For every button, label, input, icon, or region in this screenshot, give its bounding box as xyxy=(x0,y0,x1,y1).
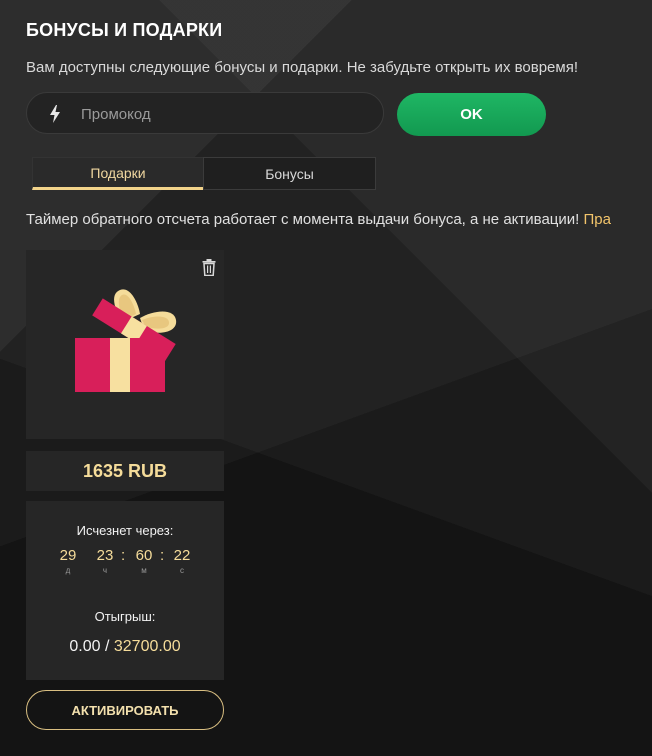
trash-icon[interactable] xyxy=(202,259,216,276)
countdown-hours-unit: ч xyxy=(102,566,108,575)
ok-button[interactable]: OK xyxy=(397,93,546,136)
countdown-minutes-unit: м xyxy=(141,566,147,575)
countdown-separator: : xyxy=(160,547,165,564)
timer-notice: Таймер обратного отсчета работает с моме… xyxy=(26,211,611,228)
page-title: БОНУСЫ И ПОДАРКИ xyxy=(26,20,223,40)
wager-target: 32700.00 xyxy=(113,638,181,655)
gift-amount: 1635 RUB xyxy=(26,451,224,491)
wager-label: Отыгрыш: xyxy=(94,609,156,624)
countdown-minutes-value: 60 xyxy=(135,547,153,564)
expires-label: Исчезнет через: xyxy=(76,523,174,538)
tabs: Подарки Бонусы xyxy=(32,157,376,190)
gift-box-icon xyxy=(75,289,177,392)
countdown-seconds-value: 22 xyxy=(173,547,191,564)
countdown-days-unit: д xyxy=(65,566,71,575)
wager-progress: 0.00 / 32700.00 xyxy=(26,638,224,656)
countdown-seconds: 22 с xyxy=(167,547,197,575)
wager-separator: / xyxy=(100,638,114,655)
promo-code-input[interactable] xyxy=(79,93,373,135)
countdown-hours: 23 ч xyxy=(90,547,120,575)
countdown-days-value: 29 xyxy=(59,547,77,564)
tab-bonuses[interactable]: Бонусы xyxy=(203,157,376,190)
countdown-minutes: 60 м xyxy=(129,547,159,575)
countdown-separator: : xyxy=(121,547,126,564)
countdown-days: 29 д xyxy=(53,547,83,575)
rules-link[interactable]: Пра xyxy=(583,211,610,228)
countdown-hours-value: 23 xyxy=(96,547,114,564)
wager-current: 0.00 xyxy=(69,638,101,655)
gift-card-image xyxy=(26,250,224,439)
countdown: 29 д 23 ч : 60 м : 22 с xyxy=(26,547,224,579)
promo-field[interactable] xyxy=(26,92,384,135)
countdown-seconds-unit: с xyxy=(180,566,184,575)
timer-notice-text: Таймер обратного отсчета работает с моме… xyxy=(26,211,584,228)
tab-gifts[interactable]: Подарки xyxy=(32,157,203,190)
lightning-icon xyxy=(50,105,60,123)
page-subtitle: Вам доступны следующие бонусы и подарки.… xyxy=(26,59,579,76)
timer-panel: Исчезнет через: 29 д 23 ч : 60 м : 22 с … xyxy=(26,501,224,680)
activate-button[interactable]: АКТИВИРОВАТЬ xyxy=(26,690,224,730)
